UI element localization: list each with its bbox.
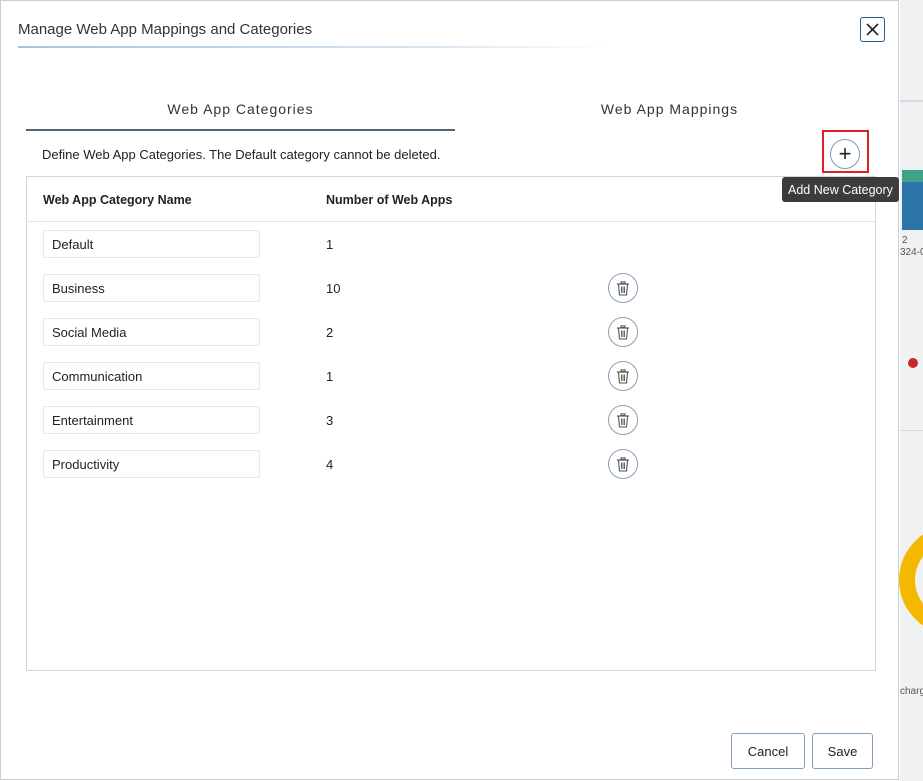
- close-button[interactable]: [860, 17, 885, 42]
- close-icon: [866, 23, 879, 36]
- column-header-name: Web App Category Name: [43, 193, 192, 207]
- trash-icon: [617, 324, 629, 340]
- web-app-count: 3: [326, 413, 334, 428]
- background-donut: [899, 525, 923, 635]
- manage-web-app-dialog: Manage Web App Mappings and Categories W…: [0, 0, 899, 780]
- delete-category-button[interactable]: [608, 273, 638, 303]
- save-button[interactable]: Save: [812, 733, 873, 769]
- background-chart: [899, 0, 923, 781]
- category-name-field[interactable]: Default: [43, 230, 260, 258]
- cancel-button[interactable]: Cancel: [731, 733, 805, 769]
- add-category-button[interactable]: +: [830, 139, 860, 169]
- delete-category-button[interactable]: [608, 405, 638, 435]
- delete-category-button[interactable]: [608, 361, 638, 391]
- web-app-count: 10: [326, 281, 341, 296]
- dialog-title: Manage Web App Mappings and Categories: [18, 21, 313, 38]
- table-row: Business 10: [27, 273, 875, 304]
- table-row: Entertainment 3: [27, 405, 875, 436]
- trash-icon: [617, 412, 629, 428]
- category-name-field[interactable]: Communication: [43, 362, 260, 390]
- web-app-count: 1: [326, 237, 334, 252]
- web-app-count: 1: [326, 369, 334, 384]
- web-app-count: 4: [326, 457, 334, 472]
- tab-web-app-categories[interactable]: Web App Categories: [26, 99, 455, 131]
- table-row: Communication 1: [27, 361, 875, 392]
- trash-icon: [617, 280, 629, 296]
- tab-label: Web App Mappings: [600, 101, 739, 117]
- table-row: Social Media 2: [27, 317, 875, 348]
- trash-icon: [617, 456, 629, 472]
- table-row: Productivity 4: [27, 449, 875, 480]
- web-app-count: 2: [326, 325, 334, 340]
- header-divider: [27, 221, 875, 222]
- category-name-field[interactable]: Productivity: [43, 450, 260, 478]
- description-text: Define Web App Categories. The Default c…: [42, 147, 441, 162]
- tab-web-app-mappings[interactable]: Web App Mappings: [455, 99, 884, 131]
- tab-label: Web App Categories: [167, 101, 314, 117]
- trash-icon: [617, 368, 629, 384]
- column-header-count: Number of Web Apps: [326, 193, 453, 207]
- add-category-tooltip: Add New Category: [782, 177, 899, 202]
- plus-icon: +: [838, 141, 852, 166]
- category-name-field[interactable]: Entertainment: [43, 406, 260, 434]
- delete-category-button[interactable]: [608, 317, 638, 347]
- title-underline: [18, 46, 613, 48]
- category-name-field[interactable]: Business: [43, 274, 260, 302]
- category-name-field[interactable]: Social Media: [43, 318, 260, 346]
- delete-category-button[interactable]: [608, 449, 638, 479]
- table-row: Default 1: [27, 230, 875, 260]
- categories-table: Web App Category Name Number of Web Apps…: [26, 176, 876, 671]
